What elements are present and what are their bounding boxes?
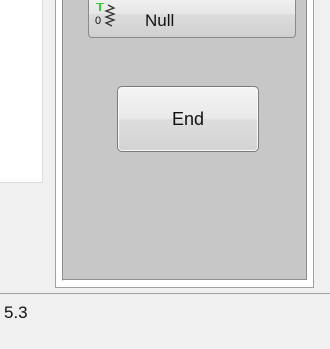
status-text: 5.3 (4, 303, 28, 322)
spring-icon: 0 (95, 3, 116, 27)
left-lower-area (0, 183, 55, 275)
right-edge (316, 0, 330, 293)
app-window: 0 Null End 5.3 (0, 0, 330, 349)
null-mode-button[interactable]: 0 Null (88, 0, 296, 38)
status-bar-bottom (0, 329, 330, 349)
end-button-label: End (171, 108, 205, 129)
end-button[interactable]: End (117, 86, 259, 152)
null-mode-label: Null (145, 11, 175, 30)
left-content-area (0, 0, 43, 183)
status-field: 5.3 (0, 293, 330, 329)
spring-icon-digit: 0 (95, 15, 101, 27)
status-bar: 5.3 (0, 293, 330, 349)
